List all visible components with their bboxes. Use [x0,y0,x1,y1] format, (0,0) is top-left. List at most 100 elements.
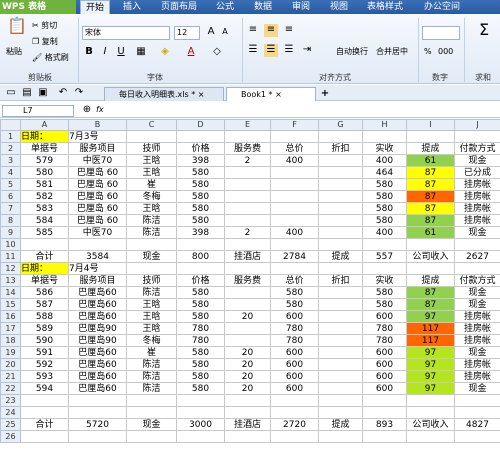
copy-button[interactable]: ❐ 复制 [32,36,58,47]
align-middle-icon[interactable]: ≡ [264,24,278,37]
cell[interactable] [318,202,363,215]
cell[interactable]: 挂酒店 [224,418,271,431]
column-header[interactable]: A [20,119,69,131]
cell[interactable]: 服务费 [224,142,271,155]
cell[interactable]: 现金 [454,382,500,395]
cell[interactable]: 王晗 [126,166,177,179]
cell[interactable] [176,406,225,419]
cell[interactable]: 600 [362,382,407,395]
cell[interactable] [270,178,319,191]
cell[interactable] [20,430,69,443]
cell[interactable]: 580 [176,370,225,383]
cell[interactable]: 20 [224,382,271,395]
row-header[interactable]: 2 [0,142,21,155]
column-header[interactable]: G [318,119,363,131]
spreadsheet-grid[interactable]: A B C D E F G H I J 1 日期： 7月3号 2 单据号 服务项目 技师 价格 服务费 总价 折扣 实收提… [0,119,500,456]
cell[interactable]: 580 [176,358,225,371]
cell[interactable]: 现金 [126,250,177,263]
fx-button[interactable]: fx [96,104,104,115]
cell[interactable]: 提成 [318,250,363,263]
cell[interactable]: 592 [20,358,69,371]
column-header[interactable]: E [224,119,271,131]
cell[interactable]: 巴厘岛60 [68,382,127,395]
cell[interactable] [318,166,363,179]
cell[interactable] [318,322,363,335]
cell[interactable]: 2 [224,154,271,167]
cell[interactable] [318,190,363,203]
cell[interactable] [318,370,363,383]
cell[interactable]: 87 [406,190,455,203]
cell[interactable]: 现金 [454,298,500,311]
cell[interactable]: 97 [406,358,455,371]
cell[interactable]: 87 [406,202,455,215]
wrap-text-button[interactable]: 自动换行 [336,46,368,57]
cell[interactable] [318,178,363,191]
cell[interactable]: 巴厘岛 60 [68,166,127,179]
cell[interactable]: 4827 [454,418,500,431]
cell[interactable] [270,190,319,203]
cell[interactable]: 580 [176,382,225,395]
cell[interactable]: 20 [224,358,271,371]
align-bottom-icon[interactable]: ≡ [282,24,296,37]
indent-icon[interactable]: ⇥ [300,44,314,57]
cell[interactable]: 580 [176,202,225,215]
row-header[interactable]: 12 [0,262,21,275]
tab-data[interactable]: 数据 [246,0,280,14]
cell[interactable] [224,406,271,419]
row-header[interactable]: 22 [0,382,21,395]
cell[interactable]: 780 [362,322,407,335]
cell[interactable]: 挂酒店 [224,250,271,263]
sum-button[interactable]: 求和 [468,72,498,83]
cell[interactable] [406,394,455,407]
zoom-icon[interactable]: ⊕ [80,104,94,117]
cell[interactable]: 崔 [126,178,177,191]
italic-icon[interactable]: I [98,46,112,59]
cell[interactable] [126,238,177,251]
cell[interactable]: 580 [362,190,407,203]
cell[interactable]: 780 [270,334,319,347]
cell[interactable] [454,130,500,143]
cell[interactable]: 400 [270,154,319,167]
cell[interactable] [224,190,271,203]
cell[interactable] [318,394,363,407]
row-header[interactable]: 26 [0,430,21,443]
row-header[interactable]: 1 [0,130,21,143]
cell[interactable]: 7月4号 [68,262,127,275]
cell[interactable]: 87 [406,214,455,227]
cell[interactable]: 王晗 [126,202,177,215]
font-name-select[interactable]: 宋体 [82,26,170,40]
align-right-icon[interactable]: ☰ [282,44,296,57]
doc-tab-book1[interactable]: Book1 * × [226,87,316,101]
cell[interactable] [224,130,271,143]
merge-center-button[interactable]: 合并居中 [376,46,408,57]
cell[interactable]: 97 [406,346,455,359]
cell[interactable] [270,406,319,419]
column-header[interactable]: C [126,119,177,131]
cell[interactable]: 2784 [270,250,319,263]
cell[interactable]: 585 [20,226,69,239]
cell[interactable] [176,430,225,443]
font-size-select[interactable]: 12 [174,26,200,40]
cell[interactable]: 780 [362,334,407,347]
cell[interactable]: 580 [270,298,319,311]
tab-page-layout[interactable]: 页面布局 [154,0,204,14]
row-header[interactable]: 19 [0,346,21,359]
fill-color-icon[interactable]: ◈ [158,46,172,59]
cell[interactable] [126,130,177,143]
row-header[interactable]: 4 [0,166,21,179]
cell[interactable] [406,430,455,443]
cell[interactable] [68,430,127,443]
row-header[interactable]: 15 [0,298,21,311]
cell[interactable]: 折扣 [318,274,363,287]
row-header[interactable]: 8 [0,214,21,227]
cell[interactable]: 巴厘岛 60 [68,202,127,215]
cell[interactable]: 陈洁 [126,370,177,383]
cell[interactable] [406,262,455,275]
cell[interactable]: 冬梅 [126,190,177,203]
cell[interactable]: 117 [406,322,455,335]
cell[interactable]: 服务项目 [68,142,127,155]
cell[interactable]: 现金 [454,346,500,359]
cell[interactable]: 王晗 [126,154,177,167]
cell[interactable] [454,238,500,251]
cell[interactable] [126,394,177,407]
